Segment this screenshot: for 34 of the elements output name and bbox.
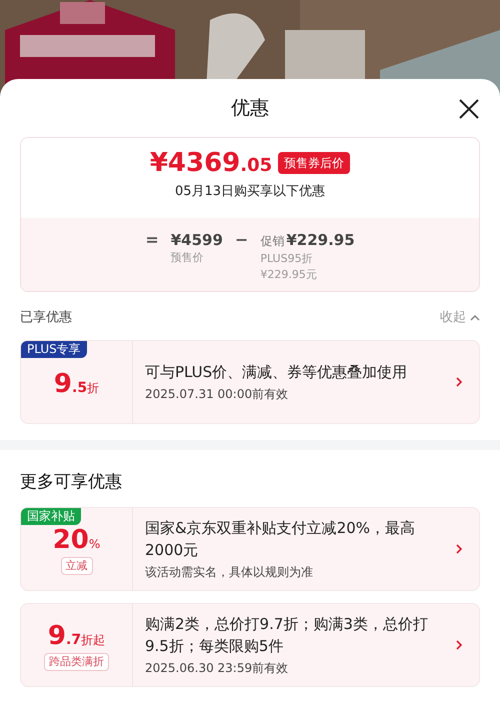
minus-sign: −	[234, 230, 248, 250]
promo-detail-amount: ¥229.95元	[260, 266, 318, 282]
section-title: 已享优惠	[20, 308, 72, 327]
coupon-description: 可与PLUS价、满减、券等优惠叠加使用	[145, 362, 408, 382]
sheet-title: 优惠	[231, 96, 269, 121]
price-badge: 预售券后价	[278, 152, 350, 174]
coupon-description: 购满2类，总价打9.7折；购满3类，总价打9.5折；每类限购5件	[145, 614, 429, 657]
equals-sign: =	[145, 230, 159, 250]
coupon-card[interactable]: 9.7折起 跨品类满折 购满2类，总价打9.7折；购满3类，总价打9.5折；每类限购5件 2025.06.30 23:59前有效	[20, 603, 480, 687]
promo-detail: PLUS95折	[260, 250, 314, 266]
discount-value: 9.5折	[54, 370, 100, 396]
coupon-tag: 国家补贴	[21, 508, 81, 525]
coupon-validity: 该活动需实名，具体以规则为准	[145, 564, 314, 581]
section-title: 更多可享优惠	[19, 470, 123, 494]
coupon-validity: 2025.07.31 00:00前有效	[145, 386, 290, 402]
coupon-card[interactable]: 国家补贴 20% 立减 国家&京东双重补贴支付立减20%，最高2000元 该活动需实名，具体以规则为准	[20, 507, 480, 591]
coupon-description: 国家&京东双重补贴支付立减20%，最高2000元	[145, 518, 416, 561]
chevron-right-icon	[455, 639, 463, 651]
presale-price-label: 预售价	[170, 250, 205, 266]
chevron-icon	[470, 314, 480, 321]
purchase-date-note: 05月13日购买享以下优惠	[174, 183, 326, 201]
chevron-right-icon	[455, 543, 463, 555]
coupon-tag: PLUS专享	[21, 340, 87, 358]
discount-value: 9.7折起	[48, 622, 106, 649]
coupon-card[interactable]: PLUS专享 9.5折 可与PLUS价、满减、券等优惠叠加使用 2025.07.31 00:00前有效	[20, 340, 480, 424]
final-price: ¥4369.05	[150, 150, 272, 176]
discount-type-label: 跨品类满折	[44, 652, 109, 672]
chevron-right-icon	[455, 376, 463, 388]
coupon-validity: 2025.06.30 23:59前有效	[145, 660, 290, 677]
promo-amount: ¥229.95	[286, 230, 355, 250]
promo-label: 促销	[260, 232, 284, 250]
discount-type-label: 立减	[60, 556, 92, 576]
discount-value: 20%	[52, 526, 100, 553]
presale-price: ¥4599	[170, 230, 223, 250]
